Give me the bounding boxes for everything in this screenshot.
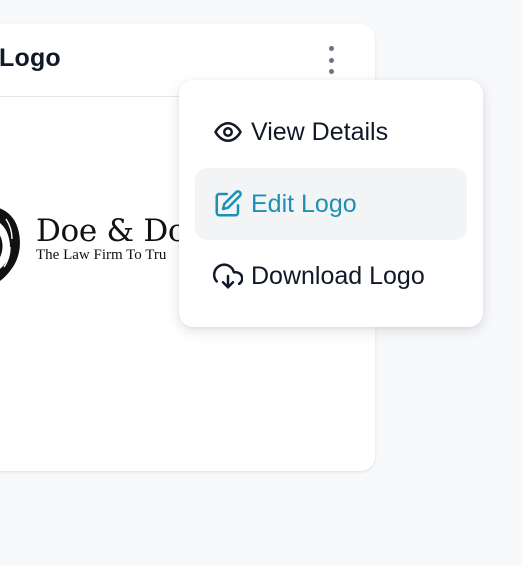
kebab-dot — [328, 69, 334, 74]
eye-icon — [213, 117, 243, 147]
lion-head-icon — [0, 208, 20, 281]
menu-item-label: View Details — [251, 117, 389, 146]
dropdown-menu: View Details Edit Logo Download Logo — [179, 80, 483, 327]
card-title: Logo — [0, 44, 61, 72]
kebab-dot — [328, 57, 334, 63]
menu-item-view-details[interactable]: View Details — [195, 96, 467, 168]
menu-item-label: Download Logo — [251, 261, 425, 290]
kebab-dot — [328, 46, 334, 51]
logo-tagline-text: The Law Firm To Tru — [36, 247, 167, 263]
logo-name-text: Doe & Do — [36, 213, 187, 249]
edit-icon — [213, 189, 243, 219]
cloud-download-icon — [213, 261, 243, 291]
kebab-menu-icon[interactable] — [319, 44, 343, 76]
menu-item-edit-logo[interactable]: Edit Logo — [195, 168, 467, 240]
menu-item-download-logo[interactable]: Download Logo — [195, 240, 467, 312]
menu-item-label: Edit Logo — [251, 189, 357, 218]
